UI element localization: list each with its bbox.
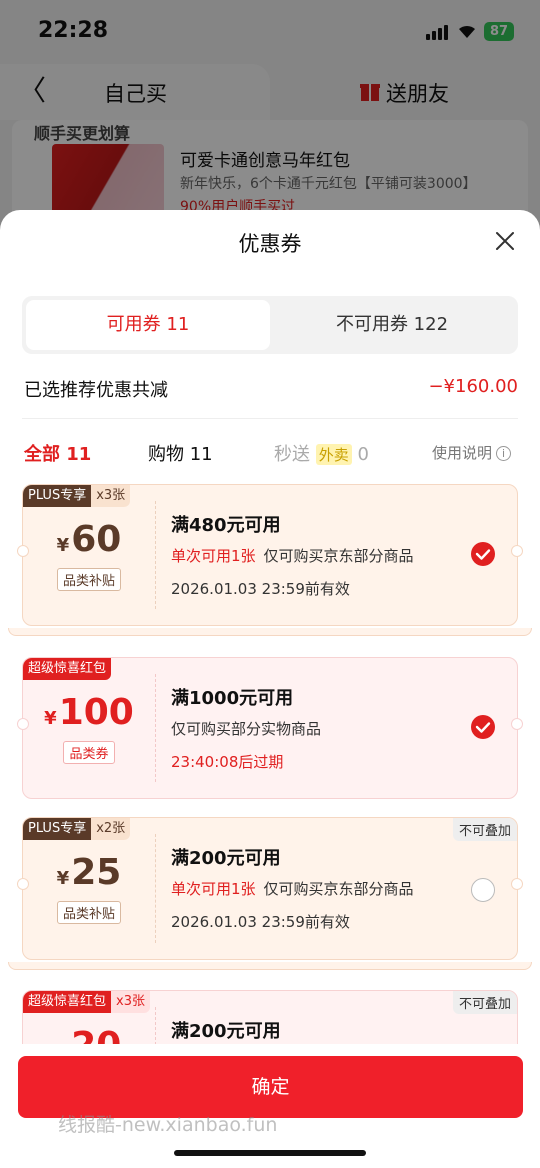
coupon-separator: [155, 501, 156, 609]
availability-tabs: 可用券 11 不可用券 122: [22, 296, 518, 354]
coupon-scope: 仅可购买京东部分商品: [263, 547, 414, 565]
filter-flash-label: 秒送: [274, 444, 310, 465]
coupon-amount: 25: [71, 852, 122, 893]
divider: [22, 418, 518, 419]
coupon-limit: 单次可用1张: [171, 880, 256, 898]
coupon-tag: PLUS专享 x2张: [23, 818, 131, 840]
coupon-amount: 100: [58, 692, 134, 733]
coupon-type: 品类补贴: [56, 901, 121, 924]
coupon-condition: 满480元可用: [171, 515, 281, 536]
currency-symbol: ¥: [56, 868, 70, 889]
coupon-notch: [511, 718, 523, 730]
filter-flash-count: 0: [357, 444, 369, 465]
sheet-title: 优惠券: [238, 232, 302, 256]
coupon-tag: 超级惊喜红包: [23, 658, 112, 680]
coupon-count: x3张: [91, 485, 131, 507]
coupon-condition: 满200元可用: [171, 848, 281, 869]
tab-unavailable[interactable]: 不可用券 122: [270, 300, 514, 350]
watermark: 线报酷-new.xianbao.fun: [58, 1114, 278, 1136]
currency-symbol: ¥: [44, 708, 57, 729]
filter-shopping[interactable]: 购物 11: [148, 440, 213, 466]
coupon-tag: PLUS专享 x3张: [23, 485, 131, 507]
coupon-count: x2张: [91, 818, 131, 840]
coupon-type: 品类补贴: [56, 568, 121, 591]
coupon-stack-shadow: [8, 628, 532, 636]
coupon-details: 满200元可用 单次可用1张 仅可购买京东部分商品 2026.01.03 23:5…: [171, 844, 414, 932]
coupon-tag-label: PLUS专享: [23, 818, 92, 840]
tab-available[interactable]: 可用券 11: [26, 300, 270, 350]
coupon-tag-label: 超级惊喜红包: [23, 658, 112, 680]
coupon-validity: 2026.01.03 23:59前有效: [171, 580, 350, 598]
coupon-validity: 2026.01.03 23:59前有效: [171, 913, 350, 931]
dim-overlay[interactable]: [0, 0, 540, 240]
coupon-value: ¥100 品类券: [23, 692, 155, 764]
coupon-expiry-countdown: 23:40:08后过期: [171, 753, 284, 771]
coupon-count: x3张: [111, 991, 150, 1013]
bottom-bar: 确定 线报酷-new.xianbao.fun: [0, 1044, 540, 1168]
coupon-separator: [155, 834, 156, 943]
filter-flash-delivery[interactable]: 秒送 外卖 0: [274, 440, 369, 466]
checkmark-icon[interactable]: [471, 715, 495, 739]
discount-summary-label: 已选推荐优惠共减: [24, 380, 168, 401]
coupon-scope: 仅可购买部分实物商品: [171, 720, 322, 738]
coupon-type: 品类券: [63, 741, 115, 764]
takeout-badge: 外卖: [315, 444, 352, 465]
category-filters: 全部 11 购物 11 秒送 外卖 0 使用说明 i: [0, 438, 540, 468]
info-icon: i: [496, 446, 512, 461]
coupon-separator: [155, 674, 156, 782]
home-indicator[interactable]: [174, 1150, 366, 1156]
unchecked-circle-icon[interactable]: [471, 878, 495, 902]
coupon-tag-label: 超级惊喜红包: [23, 991, 112, 1013]
coupon-amount: 60: [71, 519, 122, 560]
coupon-scope: 仅可购买京东部分商品: [263, 880, 414, 898]
coupon-limit: 单次可用1张: [171, 547, 256, 565]
no-stack-badge: 不可叠加: [452, 991, 517, 1014]
coupon-card[interactable]: PLUS专享 x2张 不可叠加 ¥25 品类补贴 满200元可用 单次可用1张仅…: [17, 817, 523, 960]
coupon-tag: 超级惊喜红包 x3张: [23, 991, 150, 1013]
filter-all[interactable]: 全部 11: [24, 440, 91, 466]
coupon-details: 满480元可用 单次可用1张 仅可购买京东部分商品 2026.01.03 23:5…: [171, 511, 414, 599]
coupon-sheet: 优惠券 可用券 11 不可用券 122 已选推荐优惠共减 −¥160.00 全部…: [0, 210, 540, 1168]
no-stack-badge: 不可叠加: [452, 818, 517, 841]
usage-help-label: 使用说明: [432, 444, 493, 462]
usage-help-link[interactable]: 使用说明 i: [432, 442, 512, 463]
coupon-details: 满200元可用: [171, 1017, 281, 1043]
coupon-stack-shadow: [8, 962, 532, 970]
discount-summary-amount: −¥160.00: [428, 376, 518, 397]
coupon-value: ¥25 品类补贴: [23, 852, 155, 924]
coupon-card[interactable]: 超级惊喜红包 ¥100 品类券 满1000元可用 仅可购买部分实物商品 23:4…: [17, 657, 523, 799]
close-icon[interactable]: [492, 228, 518, 254]
coupon-tag-label: PLUS专享: [23, 485, 92, 507]
confirm-button[interactable]: 确定: [18, 1056, 523, 1118]
background-page: 22:28 87 〈 自己买 送朋友 顺手买更划算 可爱卡通创意马年红包 新年快…: [0, 0, 540, 244]
checkmark-icon[interactable]: [471, 542, 495, 566]
currency-symbol: ¥: [56, 535, 70, 556]
coupon-notch: [511, 878, 523, 890]
coupon-details: 满1000元可用 仅可购买部分实物商品 23:40:08后过期: [171, 684, 321, 772]
coupon-notch: [511, 545, 523, 557]
coupon-value: ¥60 品类补贴: [23, 519, 155, 591]
coupon-condition: 满200元可用: [171, 1021, 281, 1042]
coupon-condition: 满1000元可用: [171, 688, 294, 709]
coupon-card[interactable]: PLUS专享 x3张 ¥60 品类补贴 满480元可用 单次可用1张 仅可购买京东…: [17, 484, 523, 626]
